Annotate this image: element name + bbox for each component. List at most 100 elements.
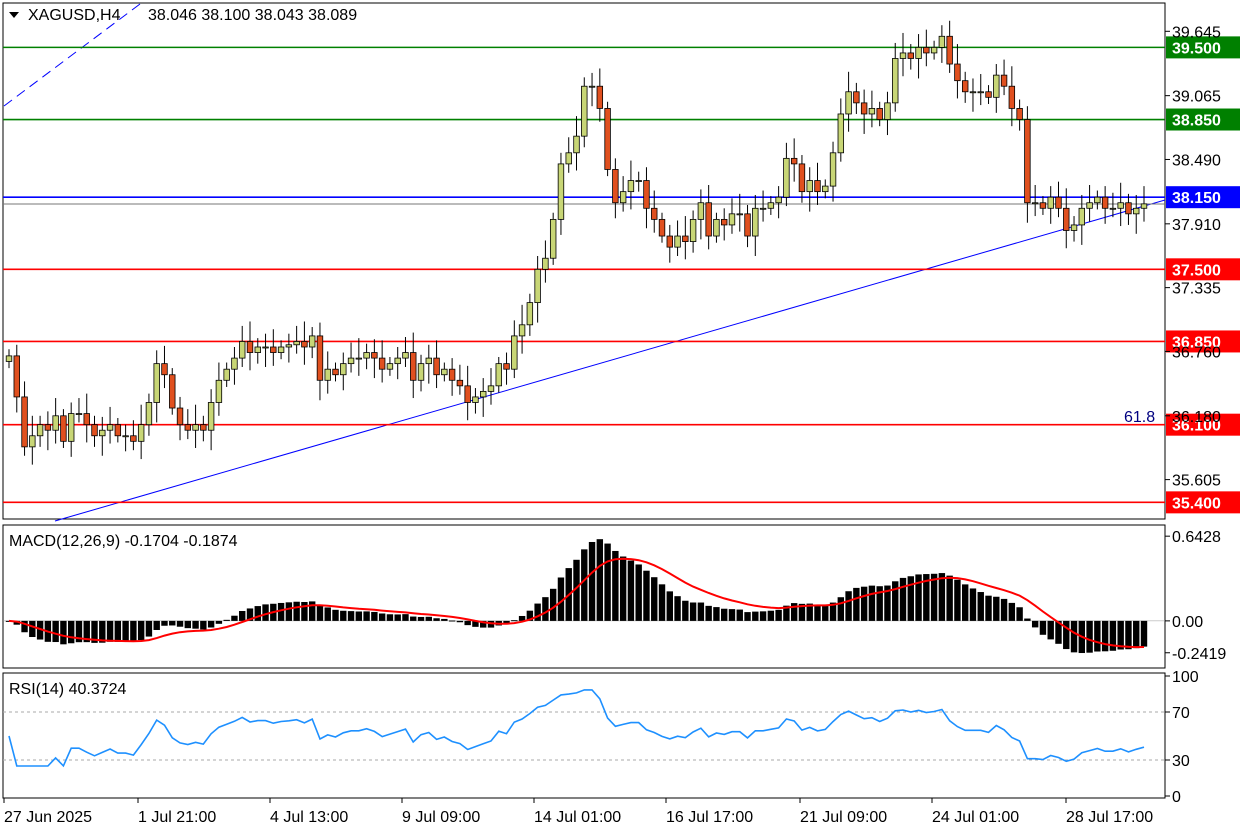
macd-bar — [371, 611, 378, 621]
candle-body — [301, 341, 308, 348]
candle-body — [814, 180, 821, 193]
candle-body — [363, 352, 370, 359]
macd-bar — [425, 616, 432, 621]
candle-body — [1055, 196, 1062, 209]
candle-body — [977, 91, 984, 94]
macd-label: MACD(12,26,9) -0.1704 -0.1874 — [9, 533, 238, 550]
rsi-tick-label: 0 — [1172, 789, 1181, 806]
macd-bar — [355, 611, 363, 621]
macd-bar — [145, 620, 153, 637]
time-tick-label: 16 Jul 17:00 — [666, 809, 753, 826]
macd-bar — [293, 601, 300, 621]
candle-body — [106, 424, 114, 431]
candle-body — [137, 424, 145, 442]
candle-body — [596, 85, 604, 109]
level-tag-text: 39.500 — [1172, 40, 1221, 57]
candle-body — [456, 379, 464, 387]
candle-body — [837, 113, 845, 154]
candle-body — [378, 357, 386, 370]
candle-body — [549, 218, 557, 259]
candle-body — [721, 218, 728, 226]
candle-body — [285, 344, 293, 348]
macd-bar — [814, 604, 821, 621]
candle-body — [822, 185, 829, 193]
candle-body — [425, 357, 432, 365]
macd-bar — [511, 620, 518, 622]
macd-bar — [604, 543, 611, 621]
candle-body — [946, 35, 953, 65]
candle-body — [60, 415, 67, 442]
time-tick-label: 27 Jun 2025 — [4, 809, 92, 826]
macd-bar — [752, 611, 759, 621]
macd-bar — [682, 600, 689, 621]
macd-bar — [845, 591, 852, 621]
macd-bar — [223, 619, 230, 621]
candle-body — [713, 218, 720, 237]
macd-bar — [137, 620, 145, 641]
candle-body — [565, 152, 572, 165]
candle-body — [1086, 202, 1093, 209]
candle-body — [153, 363, 160, 403]
macd-bar — [697, 602, 705, 621]
time-tick-label: 9 Jul 09:00 — [402, 809, 480, 826]
time-tick-label: 14 Jul 01:00 — [534, 809, 621, 826]
macd-bar — [231, 615, 238, 621]
time-tick-label: 24 Jul 01:00 — [932, 809, 1019, 826]
candle-body — [371, 352, 378, 359]
candle-body — [1070, 224, 1078, 231]
macd-bar — [946, 575, 953, 621]
macd-bar — [713, 607, 720, 621]
candle-body — [930, 46, 938, 54]
macd-bar — [130, 620, 137, 642]
candle-body — [246, 341, 254, 353]
rsi-label: RSI(14) 40.3724 — [9, 681, 127, 698]
macd-bar — [52, 620, 59, 643]
candle-body — [13, 355, 20, 398]
candle-body — [860, 102, 868, 115]
candle-body — [907, 52, 914, 59]
candle-body — [44, 424, 52, 431]
candle-body — [1133, 207, 1140, 215]
macd-bar — [728, 609, 736, 621]
macd-bar — [1031, 620, 1039, 628]
candle-body — [433, 357, 440, 376]
price-tick-label: 39.065 — [1172, 89, 1221, 106]
candle-body — [441, 368, 448, 376]
candle-body — [36, 424, 44, 437]
macd-bar — [340, 610, 347, 621]
symbol-label: XAGUSD,H4 — [28, 7, 121, 24]
macd-bar — [837, 597, 845, 621]
macd-bar — [184, 620, 192, 629]
macd-bar — [285, 602, 293, 621]
candle-body — [1125, 202, 1132, 215]
macd-bar — [907, 576, 914, 621]
candle-body — [635, 180, 642, 182]
macd-bar — [892, 581, 899, 621]
candle-body — [52, 415, 59, 431]
macd-bar — [441, 618, 448, 621]
macd-bar — [596, 539, 604, 621]
candle-body — [518, 324, 526, 337]
candle-body — [876, 108, 883, 120]
macd-bar — [161, 620, 168, 626]
macd-bar — [277, 602, 285, 621]
macd-bar — [1070, 620, 1078, 653]
candle-body — [790, 157, 798, 165]
price-tick-label: 37.910 — [1172, 217, 1221, 234]
candle-body — [783, 157, 790, 198]
macd-bar — [169, 620, 176, 626]
candle-body — [1117, 202, 1124, 209]
candle-body — [829, 152, 837, 187]
macd-bar — [822, 605, 829, 621]
macd-bar — [1101, 620, 1109, 652]
macd-bar — [721, 608, 728, 621]
candle-body — [938, 35, 946, 48]
macd-bar — [301, 602, 308, 621]
candle-body — [542, 257, 549, 270]
candle-body — [573, 135, 580, 154]
candle-body — [308, 335, 316, 348]
macd-bar — [860, 586, 868, 621]
candle-body — [1047, 196, 1054, 209]
candle-body — [324, 368, 331, 381]
macd-bar — [114, 620, 122, 642]
